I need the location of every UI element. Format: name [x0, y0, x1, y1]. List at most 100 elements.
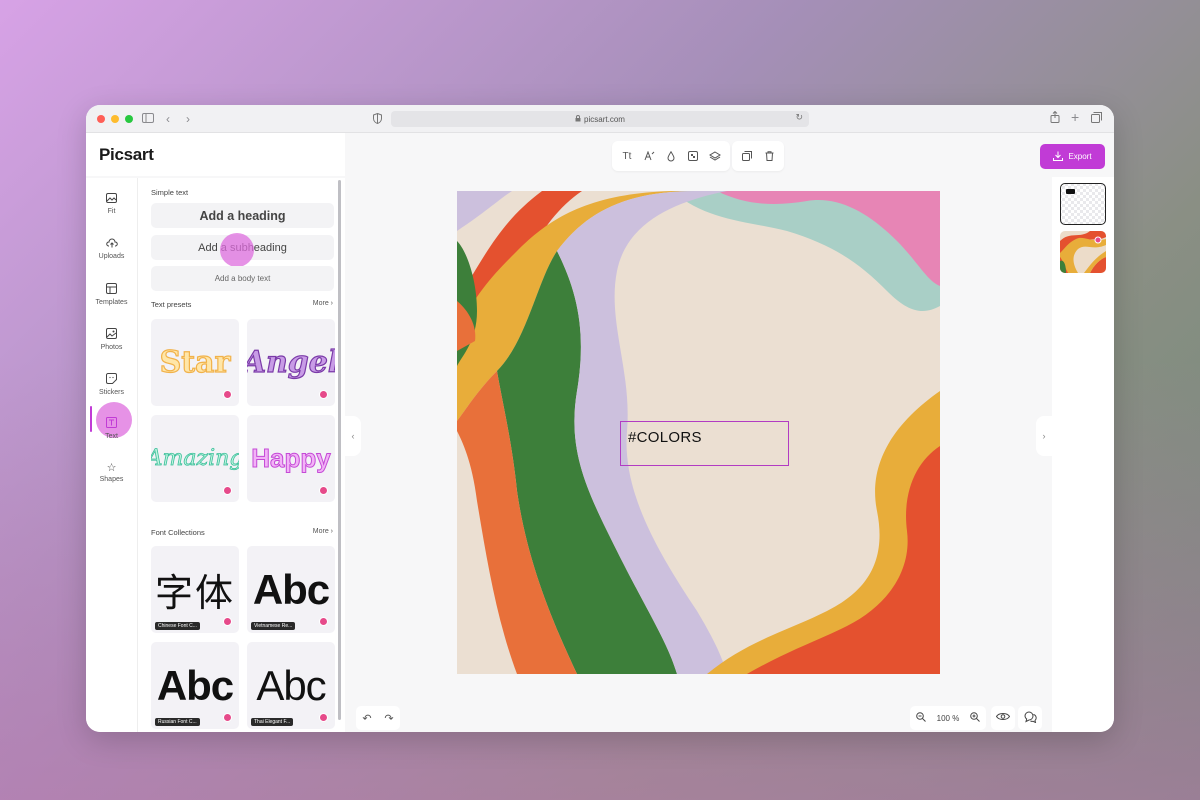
collapse-right-panel-button[interactable]: ›	[1036, 416, 1052, 456]
preset-preview: Amazing	[151, 446, 239, 472]
font-card-vietnamese[interactable]: Abc Vietnamese Re...	[247, 546, 335, 633]
rail-label: Uploads	[98, 253, 125, 260]
image-icon	[86, 193, 137, 206]
zoom-in-icon[interactable]	[970, 712, 981, 724]
rail-label: Templates	[95, 299, 128, 306]
rail-item-templates[interactable]: Templates	[86, 275, 137, 319]
font-card-label: Russian Font C...	[155, 718, 200, 726]
rail-label: Stickers	[99, 389, 124, 396]
template-icon	[86, 283, 137, 297]
collapse-left-panel-button[interactable]: ‹	[345, 416, 361, 456]
page-thumbnail-1[interactable]	[1060, 183, 1106, 225]
rail-item-stickers[interactable]: Stickers	[86, 365, 137, 409]
tool-rail: Fit Uploads Templates Photos Stickers Te…	[86, 178, 137, 732]
rail-item-photos[interactable]: Photos	[86, 320, 137, 364]
picsart-editor: Picsart Fit Uploads Templates Photos Sti…	[86, 133, 1114, 732]
preset-preview: Angel	[247, 344, 335, 380]
comments-button[interactable]	[1018, 706, 1042, 730]
duplicate-icon[interactable]	[738, 147, 756, 165]
font-preview: Abc	[256, 661, 326, 709]
back-icon[interactable]: ‹	[166, 111, 170, 127]
tabs-icon[interactable]	[1091, 111, 1102, 127]
sticker-icon	[86, 373, 137, 387]
reload-icon[interactable]: ↻	[795, 112, 803, 123]
rail-item-text[interactable]: Text	[86, 409, 137, 453]
preset-preview: Star	[159, 344, 231, 380]
text-icon	[86, 417, 137, 431]
pages-panel	[1052, 177, 1114, 732]
redo-icon[interactable]: ↷	[384, 712, 393, 725]
lock-icon	[575, 114, 581, 124]
zoom-out-icon[interactable]	[915, 712, 926, 724]
selected-text-element[interactable]: #COLORS	[620, 421, 789, 466]
delete-icon[interactable]	[760, 147, 778, 165]
minimize-window-button[interactable]	[111, 115, 119, 123]
undo-redo-controls: ↶ ↷	[356, 706, 400, 730]
rail-item-shapes[interactable]: ☆ Shapes	[86, 454, 137, 498]
star-icon: ☆	[106, 462, 117, 474]
font-card-label: Thai Elegant F...	[251, 718, 294, 726]
url-text: picsart.com	[584, 114, 625, 124]
sidebar-icon[interactable]	[142, 111, 154, 127]
rail-label: Text	[105, 433, 118, 440]
zoom-level[interactable]: 100 %	[937, 714, 960, 723]
color-drop-icon[interactable]	[662, 147, 680, 165]
text-presets-title: Text presets	[151, 300, 192, 309]
add-heading-button[interactable]: Add a heading	[151, 203, 334, 228]
shield-icon	[373, 112, 382, 128]
logo-bar: Picsart	[86, 133, 345, 176]
share-icon[interactable]	[1050, 110, 1060, 127]
font-style-icon[interactable]	[640, 147, 658, 165]
preset-star-card[interactable]: Star	[151, 319, 239, 406]
object-toolbar	[732, 141, 784, 171]
font-preview: 字体	[154, 573, 235, 615]
canvas-text[interactable]: #COLORS	[628, 429, 702, 446]
transparency-icon[interactable]	[684, 147, 702, 165]
panel-scrollbar[interactable]	[338, 180, 341, 720]
layers-icon[interactable]	[706, 147, 724, 165]
address-bar[interactable]: picsart.com ↻	[391, 111, 809, 127]
rail-item-uploads[interactable]: Uploads	[86, 230, 137, 274]
preview-button[interactable]	[991, 706, 1015, 730]
premium-badge-icon	[319, 390, 328, 399]
rail-label: Shapes	[99, 476, 124, 483]
eye-icon	[995, 712, 1011, 724]
new-tab-icon[interactable]: +	[1071, 109, 1079, 125]
premium-badge-icon	[223, 486, 232, 495]
text-style-button[interactable]: Tt	[618, 147, 636, 165]
premium-badge-icon	[223, 617, 232, 626]
font-card-label: Vietnamese Re...	[251, 622, 296, 630]
rail-item-fit[interactable]: Fit	[86, 185, 137, 229]
maximize-window-button[interactable]	[125, 115, 133, 123]
browser-window: ‹ › picsart.com ↻ + Picsart Fit Uploads …	[86, 105, 1114, 732]
thumbnail-text-marker	[1066, 189, 1075, 194]
preset-preview: Happy	[251, 443, 331, 474]
preset-amazing-card[interactable]: Amazing	[151, 415, 239, 502]
presets-more-link[interactable]: More ›	[313, 300, 333, 307]
chat-icon	[1023, 711, 1037, 726]
premium-badge-icon	[319, 486, 328, 495]
premium-badge-icon	[223, 713, 232, 722]
simple-text-title: Simple text	[151, 188, 189, 197]
page-thumbnail-2[interactable]	[1060, 231, 1106, 273]
font-collections-title: Font Collections	[151, 528, 205, 537]
zoom-controls: 100 %	[910, 706, 986, 730]
font-card-label: Chinese Font C...	[155, 622, 200, 630]
preset-angel-card[interactable]: Angel	[247, 319, 335, 406]
close-window-button[interactable]	[97, 115, 105, 123]
font-preview: Abc	[156, 661, 234, 709]
font-card-chinese[interactable]: 字体 Chinese Font C...	[151, 546, 239, 633]
add-body-text-button[interactable]: Add a body text	[151, 266, 334, 291]
font-preview: Abc	[252, 565, 330, 613]
preset-happy-card[interactable]: Happy	[247, 415, 335, 502]
design-canvas[interactable]: #COLORS	[457, 191, 940, 674]
export-button[interactable]: Export	[1040, 144, 1105, 169]
premium-badge-icon	[319, 617, 328, 626]
undo-icon[interactable]: ↶	[362, 712, 371, 725]
window-controls	[97, 115, 133, 123]
fonts-more-link[interactable]: More ›	[313, 528, 333, 535]
font-card-thai[interactable]: Abc Thai Elegant F...	[247, 642, 335, 729]
font-card-russian[interactable]: Abc Russian Font C...	[151, 642, 239, 729]
forward-icon[interactable]: ›	[186, 111, 190, 127]
picsart-logo[interactable]: Picsart	[99, 145, 154, 165]
